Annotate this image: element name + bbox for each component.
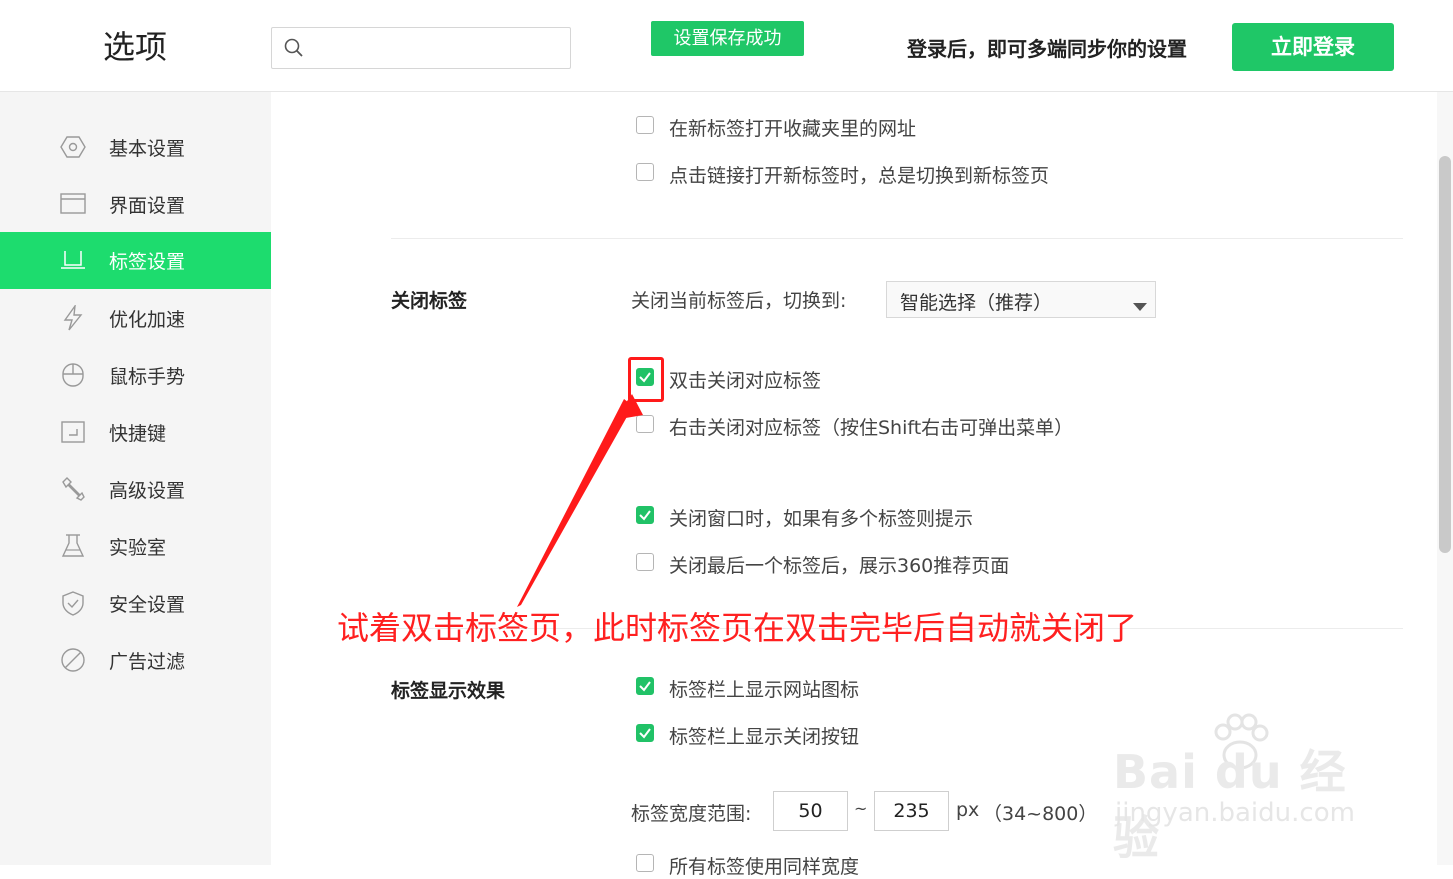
switch-after-close-label: 关闭当前标签后，切换到:	[631, 290, 847, 312]
wrench-icon	[60, 476, 86, 502]
scrollbar-thumb[interactable]	[1439, 156, 1451, 553]
range-hint: （34~800）	[983, 803, 1098, 825]
sidebar-item-basic[interactable]: 基本设置	[0, 119, 271, 176]
sidebar-item-label: 基本设置	[109, 138, 186, 160]
sidebar-item-label: 广告过滤	[109, 651, 186, 673]
sidebar: 基本设置 界面设置 标签设置 优化加速 鼠标手势 快捷键 高级设置 实验室 安全…	[0, 92, 271, 865]
sidebar-item-mouse-gesture[interactable]: 鼠标手势	[0, 347, 271, 404]
sync-hint-text: 登录后，即可多端同步你的设置	[907, 37, 1187, 61]
min-width-input[interactable]	[773, 791, 848, 831]
sidebar-item-lab[interactable]: 实验室	[0, 518, 271, 575]
search-input[interactable]	[312, 34, 566, 64]
header: 选项 设置保存成功 登录后，即可多端同步你的设置 立即登录	[0, 0, 1453, 92]
chevron-down-icon	[1133, 296, 1147, 315]
watermark: Bai du 经验 jingyan.baidu.com	[1113, 710, 1383, 865]
checkbox[interactable]	[636, 415, 654, 433]
tab-width-label: 标签宽度范围:	[631, 803, 752, 825]
sidebar-item-label: 实验室	[109, 537, 167, 559]
hexagon-settings-icon	[60, 134, 86, 160]
search-icon	[284, 38, 304, 62]
sidebar-item-interface[interactable]: 界面设置	[0, 176, 271, 233]
annotation-highlight-box	[628, 357, 664, 402]
checkbox[interactable]	[636, 553, 654, 571]
sidebar-item-shortcuts[interactable]: 快捷键	[0, 404, 271, 461]
shield-icon	[60, 590, 86, 616]
switch-after-close-select[interactable]: 智能选择（推荐）	[886, 281, 1156, 318]
section-divider	[391, 238, 1403, 239]
watermark-url: jingyan.baidu.com	[1115, 798, 1355, 828]
section-label-close-tab: 关闭标签	[391, 290, 468, 312]
save-success-toast: 设置保存成功	[651, 21, 804, 56]
checkbox[interactable]	[636, 163, 654, 181]
section-label-tab-display: 标签显示效果	[391, 680, 506, 702]
sidebar-item-label: 鼠标手势	[109, 366, 186, 388]
block-icon	[60, 647, 86, 673]
sidebar-item-label: 标签设置	[109, 251, 186, 273]
search-box[interactable]	[271, 27, 571, 69]
sidebar-item-label: 高级设置	[109, 480, 186, 502]
unit-label: px	[956, 799, 980, 821]
checkbox-checked[interactable]	[636, 724, 654, 742]
tab-icon	[60, 247, 86, 273]
lightning-icon	[60, 303, 86, 331]
max-width-input[interactable]	[874, 791, 949, 831]
annotation-text: 试着双击标签页，此时标签页在双击完毕后自动就关闭了	[337, 609, 1138, 647]
sidebar-item-label: 快捷键	[109, 423, 167, 445]
sidebar-item-adblock[interactable]: 广告过滤	[0, 632, 271, 689]
login-button[interactable]: 立即登录	[1232, 23, 1394, 71]
sidebar-item-advanced[interactable]: 高级设置	[0, 461, 271, 518]
window-icon	[60, 191, 86, 217]
page-title: 选项	[103, 28, 168, 66]
sidebar-item-label: 界面设置	[109, 195, 186, 217]
sidebar-item-label: 安全设置	[109, 594, 186, 616]
checkbox[interactable]	[636, 854, 654, 872]
flask-icon	[60, 533, 86, 559]
checkbox[interactable]	[636, 116, 654, 134]
mouse-icon	[60, 362, 86, 388]
sidebar-item-optimize[interactable]: 优化加速	[0, 290, 271, 347]
checkbox-checked[interactable]	[636, 677, 654, 695]
sidebar-item-label: 优化加速	[109, 309, 186, 331]
sidebar-item-security[interactable]: 安全设置	[0, 575, 271, 632]
keyboard-shortcut-icon	[60, 419, 86, 445]
sidebar-item-tabs[interactable]: 标签设置	[0, 232, 271, 289]
select-value: 智能选择（推荐）	[900, 292, 1053, 314]
checkbox-checked[interactable]	[636, 506, 654, 524]
range-separator: ~	[854, 799, 868, 818]
